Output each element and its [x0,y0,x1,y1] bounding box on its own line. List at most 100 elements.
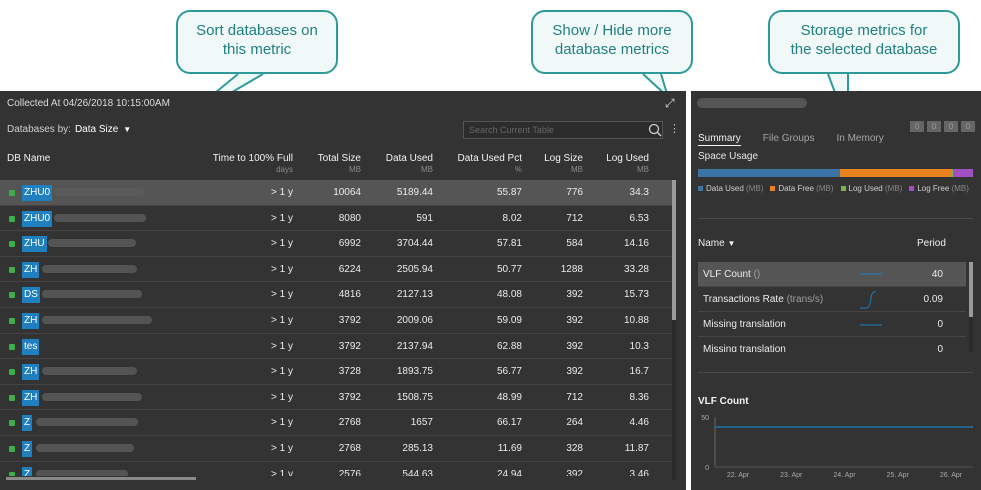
table-cell-used: 1893.75 [396,366,433,378]
table-row[interactable]: Z > 1 y 2768 1657 66.17 264 4.46 [0,410,672,436]
scrollbar-thumb[interactable] [969,262,973,317]
table-cell-pct: 48.99 [496,391,522,403]
table-cell-logused: 10.88 [623,314,649,326]
table-row[interactable]: tes > 1 y 3792 2137.94 62.88 392 10.3 [0,334,672,360]
db-name-cell[interactable]: ZH [22,261,40,278]
column-log-size[interactable]: Log Size MB [530,153,583,174]
redacted-name [42,315,152,324]
metric-name: Transactions Rate [703,294,784,305]
metric-label: VLF Count () [703,269,760,280]
callout-storage: Storage metrics for the selected databas… [768,10,960,128]
table-cell-total: 6992 [338,238,361,250]
column-time-to-full[interactable]: Time to 100% Full days [200,153,293,174]
collected-timestamp: Collected At 04/26/2018 10:15:00AM [7,98,170,109]
table-row[interactable]: ZH > 1 y 3792 2009.06 59.09 392 10.88 [0,308,672,334]
screenshot: Sort databases on this metric Show / Hid… [0,0,981,490]
y-tick-label: 0 [705,465,709,472]
table-row[interactable]: DS > 1 y 4816 2127.13 48.08 392 15.73 [0,282,672,308]
table-row[interactable]: ZH > 1 y 3792 1508.75 48.99 712 8.36 [0,385,672,411]
db-name-cell[interactable]: DS [22,287,40,304]
redacted-name [48,239,136,248]
table-row[interactable]: ZHU0 > 1 y 10064 5189.44 55.87 776 34.3 [0,180,672,206]
divider [698,218,973,219]
tab-in-memory[interactable]: In Memory [836,133,883,144]
table-cell-total: 4816 [338,289,361,301]
db-name-cell[interactable]: Z [22,415,33,432]
table-cell-pct: 55.87 [496,187,522,198]
table-cell-logsize: 392 [566,468,583,476]
horizontal-scrollbar[interactable] [6,477,196,480]
redacted-name [54,188,144,196]
table-row[interactable]: ZHU0 > 1 y 8080 591 8.02 712 6.53 [0,206,672,232]
table-cell-time: > 1 y [271,442,293,454]
db-name-cell[interactable]: tes [22,338,40,355]
metric-row[interactable]: VLF Count () 40 [698,262,966,287]
redacted-name [42,367,137,376]
metric-row[interactable]: Transactions Rate (trans/s) 0.09 [698,287,966,312]
table-cell-logsize: 392 [566,314,583,326]
metrics-name-header[interactable]: Name ▼ [698,238,735,249]
table-row[interactable]: ZH > 1 y 6224 2505.94 50.77 1288 33.28 [0,257,672,283]
tab-summary[interactable]: Summary [698,133,741,146]
status-ok-icon [9,292,15,299]
db-name-cell[interactable]: ZH [22,389,40,406]
x-tick-label: 22. Apr [727,472,750,479]
table-row[interactable]: Z > 1 y 2768 285.13 11.69 328 11.87 [0,436,672,462]
table-cell-pct: 56.77 [496,366,522,378]
legend-label: Log Used [848,184,883,193]
table-row[interactable]: Z > 1 y 2576 544.63 24.94 392 3.46 [0,462,672,476]
metric-row[interactable]: Missing translation 0 [698,312,966,337]
legend-item: Log Free (MB) [909,184,969,193]
status-ok-icon [9,241,15,248]
table-row[interactable]: ZH > 1 y 3728 1893.75 56.77 392 16.7 [0,359,672,385]
table-cell-time: > 1 y [271,263,293,275]
column-db-name[interactable]: DB Name [7,153,50,164]
table-cell-total: 6224 [338,263,361,275]
metric-name: VLF Count [703,269,751,280]
metric-row[interactable]: Missing translation 0 [698,337,966,352]
chevron-down-icon[interactable]: ▼ [123,125,131,134]
legend-unit: (MB) [951,184,969,193]
db-name-cell[interactable]: ZHU0 [22,210,53,227]
y-tick-label: 50 [701,415,709,422]
table-cell-logused: 16.7 [629,366,649,378]
table-cell-time: > 1 y [271,391,293,403]
db-name-cell[interactable]: ZHU0 [22,185,53,201]
expand-icon[interactable]: ⤢ [665,97,677,109]
sort-value[interactable]: Data Size [75,124,118,135]
search-icon[interactable] [648,123,662,139]
redacted-name [36,443,134,452]
vertical-scrollbar[interactable] [672,180,676,480]
table-cell-total: 3728 [338,366,361,378]
column-data-used[interactable]: Data Used MB [370,153,433,174]
db-name-cell[interactable]: ZH [22,312,40,329]
legend-swatch [909,186,915,192]
more-options-icon[interactable]: ⋮ [669,124,680,135]
table-cell-total: 3792 [338,340,361,352]
table-cell-used: 2009.06 [396,314,433,326]
sort-label: Databases by: [7,124,71,135]
db-name-cell[interactable]: Z [22,440,33,457]
search-input[interactable]: Search Current Table [463,121,663,139]
metric-unit: () [753,269,761,280]
db-name-cell[interactable]: Z [22,466,33,476]
divider [698,372,973,373]
column-data-used-pct[interactable]: Data Used Pct% [440,153,522,174]
metric-value: 0 [937,319,943,330]
scrollbar-thumb[interactable] [672,180,676,320]
db-name-cell[interactable]: ZH [22,364,40,381]
tab-file-groups[interactable]: File Groups [763,133,815,144]
column-log-used[interactable]: Log Used MB [590,153,649,174]
metrics-scrollbar[interactable] [969,262,973,352]
column-total-size[interactable]: Total Size MB [300,153,361,174]
sort-selector[interactable]: Databases by: Data Size ▼ [7,124,131,135]
table-row[interactable]: ZHU > 1 y 6992 3704.44 57.81 584 14.16 [0,231,672,257]
table-cell-logused: 6.53 [629,212,649,224]
table-cell-logused: 11.87 [624,442,649,454]
callout-sort-line1: Sort databases on [196,22,318,39]
table-cell-pct: 8.02 [502,212,522,224]
space-usage-segment [698,169,840,177]
db-name-cell[interactable]: ZHU [22,236,47,253]
caret-down-icon[interactable]: ▼ [727,239,735,248]
metrics-period-header: Period [917,238,946,249]
